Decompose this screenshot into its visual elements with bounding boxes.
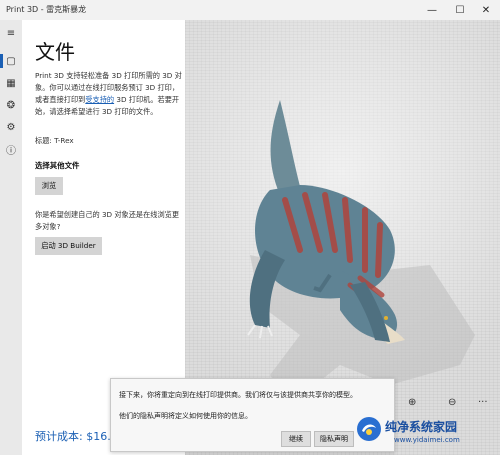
info-icon[interactable]: ⓘ — [4, 142, 18, 157]
more-options-icon[interactable]: ··· — [478, 397, 488, 408]
t-rex-model[interactable] — [210, 100, 430, 350]
privacy-message: 他们的隐私声明将定义如何使用你的信息。 — [119, 412, 252, 420]
palette-icon[interactable]: ❂ — [4, 98, 18, 112]
zoom-in-icon[interactable]: ⊕ — [408, 397, 416, 408]
file-icon[interactable]: ▢ — [4, 54, 18, 68]
hamburger-menu-icon[interactable]: ≡ — [4, 26, 18, 40]
watermark-url: www.yidaimei.com — [394, 436, 460, 444]
panel-description: Print 3D 支持轻松准备 3D 打印所需的 3D 对象。你可以通过在线打印… — [35, 70, 183, 118]
title-bar: Print 3D - 雷克斯暴龙 — ☐ ✕ — [0, 0, 500, 20]
model-title: 标题: T-Rex — [35, 136, 74, 145]
supported-printers-link[interactable]: 受支持的 — [85, 95, 114, 104]
panel-heading: 文件 — [35, 40, 75, 64]
browse-button[interactable]: 浏览 — [35, 177, 63, 195]
redirect-message: 接下来，你将重定向到在线打印提供商。我们将仅与该提供商共享你的模型。 — [119, 391, 357, 399]
window-title: Print 3D - 雷克斯暴龙 — [6, 5, 87, 14]
settings-icon[interactable]: ⚙ — [4, 120, 18, 134]
redirect-dialog: 接下来，你将重定向到在线打印提供商。我们将仅与该提供商共享你的模型。 他们的隐私… — [110, 378, 395, 452]
minimize-button[interactable]: — — [418, 0, 446, 20]
launch-3d-builder-button[interactable]: 启动 3D Builder — [35, 237, 102, 255]
active-indicator — [0, 54, 3, 68]
select-other-file-heading: 选择其他文件 — [35, 161, 80, 170]
image-icon[interactable]: ▦ — [4, 76, 18, 90]
maximize-button[interactable]: ☐ — [446, 0, 474, 20]
create-prompt: 你是希望创建自己的 3D 对象还是在线浏览更多对象? — [35, 210, 180, 231]
zoom-out-icon[interactable]: ⊖ — [448, 397, 456, 408]
close-button[interactable]: ✕ — [472, 0, 500, 20]
watermark-text: 纯净系统家园 — [385, 420, 458, 434]
watermark-logo-icon — [357, 417, 381, 441]
nav-rail: ≡ ▢ ▦ ❂ ⚙ ⓘ — [0, 20, 22, 455]
privacy-statement-button[interactable]: 隐私声明 — [314, 431, 354, 447]
continue-button[interactable]: 继续 — [281, 431, 311, 447]
